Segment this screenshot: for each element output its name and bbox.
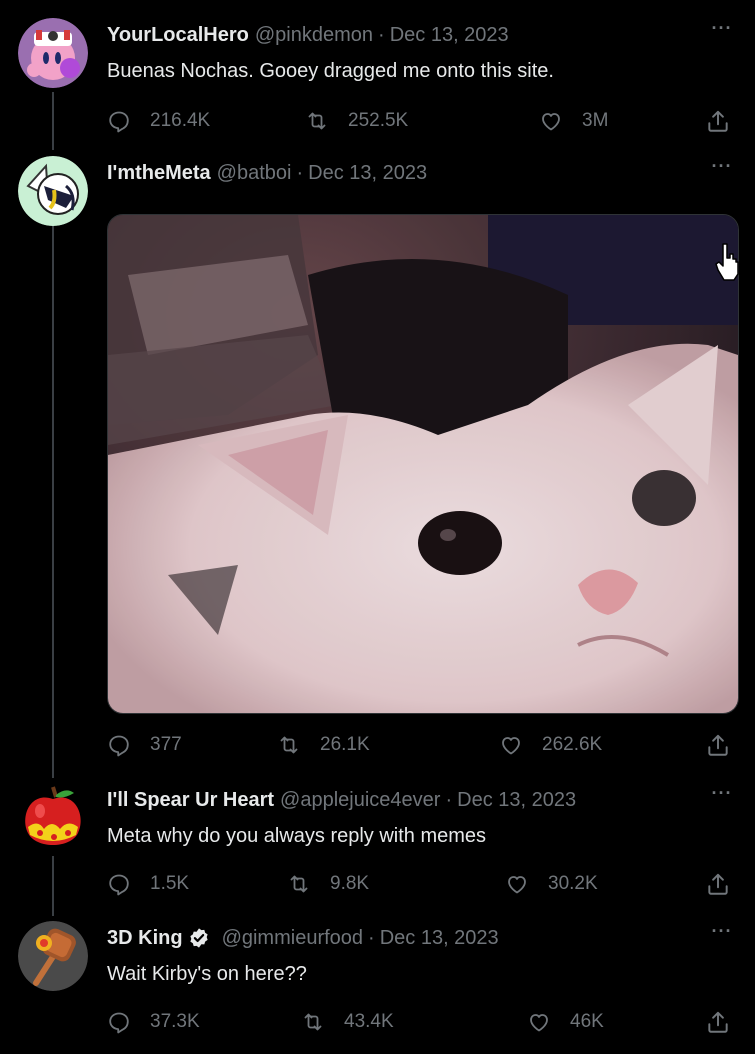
retweet-count: 26.1K	[320, 734, 370, 755]
retweet-button[interactable]: 252.5K	[305, 106, 408, 136]
user-handle[interactable]: @batboi	[217, 160, 292, 186]
retweet-count: 9.8K	[330, 873, 370, 894]
reply-icon	[109, 735, 129, 757]
like-button[interactable]: 3M	[539, 106, 608, 136]
reply-count: 377	[150, 734, 182, 755]
user-handle[interactable]: @applejuice4ever	[280, 787, 440, 813]
display-name[interactable]: I'mtheMeta	[107, 160, 211, 186]
like-button[interactable]: 30.2K	[505, 869, 598, 899]
like-count: 262.6K	[542, 734, 603, 755]
retweet-icon	[280, 736, 298, 754]
reply-count: 1.5K	[150, 873, 190, 894]
like-icon	[530, 1014, 548, 1032]
separator-dot: ·	[378, 24, 385, 46]
avatar[interactable]	[18, 783, 88, 853]
tweet-date[interactable]: Dec 13, 2023	[380, 925, 499, 951]
retweet-button[interactable]: 26.1K	[277, 730, 370, 760]
more-icon[interactable]: ···	[707, 19, 737, 44]
tweet-text: Wait Kirby's on here??	[107, 963, 307, 985]
thread-line	[52, 856, 54, 916]
display-name[interactable]: YourLocalHero	[107, 22, 249, 48]
thread-line	[52, 92, 54, 150]
tweet-media-image[interactable]	[107, 214, 739, 714]
retweet-icon	[290, 875, 308, 893]
avatar[interactable]	[18, 921, 88, 991]
tweet-date[interactable]: Dec 13, 2023	[457, 787, 576, 813]
reply-icon	[109, 111, 129, 133]
reply-icon	[109, 874, 129, 896]
share-icon[interactable]	[705, 108, 731, 134]
separator-dot: ·	[445, 789, 453, 811]
like-count: 46K	[570, 1011, 604, 1032]
reply-count: 37.3K	[150, 1011, 200, 1032]
reply-count: 216.4K	[150, 110, 211, 131]
avatar[interactable]	[18, 18, 88, 88]
retweet-button[interactable]: 9.8K	[287, 869, 369, 899]
reply-button[interactable]: 37.3K	[107, 1007, 200, 1037]
share-icon[interactable]	[705, 732, 731, 758]
like-button[interactable]: 262.6K	[499, 730, 602, 760]
retweet-icon	[308, 112, 326, 130]
tweet-text: Buenas Nochas. Gooey dragged me onto thi…	[107, 60, 554, 82]
like-count: 30.2K	[548, 873, 598, 894]
reply-button[interactable]: 377	[107, 730, 182, 760]
tweet-date[interactable]: Dec 13, 2023	[308, 160, 427, 186]
more-icon[interactable]: ···	[707, 157, 737, 182]
separator-dot: ·	[368, 927, 375, 949]
retweet-count: 252.5K	[348, 110, 409, 131]
retweet-button[interactable]: 43.4K	[301, 1007, 394, 1037]
verified-icon[interactable]	[188, 927, 210, 949]
display-name[interactable]: 3D King	[107, 925, 183, 951]
like-button[interactable]: 46K	[527, 1007, 604, 1037]
tweet-date[interactable]: Dec 13, 2023	[390, 22, 509, 48]
retweet-icon	[304, 1013, 322, 1031]
reply-icon	[109, 1012, 129, 1034]
retweet-count: 43.4K	[344, 1011, 394, 1032]
like-count: 3M	[582, 110, 609, 131]
thread-line	[52, 226, 54, 778]
more-icon[interactable]: ···	[707, 922, 737, 947]
pointer-cursor-icon	[715, 243, 739, 281]
reply-button[interactable]: 216.4K	[107, 106, 210, 136]
tweet-actions: 37.3K 43.4K 46K	[107, 1007, 731, 1037]
cat-photo	[108, 215, 738, 713]
like-icon	[508, 876, 526, 894]
tweet-text: Meta why do you always reply with memes	[107, 825, 487, 847]
share-icon[interactable]	[705, 1009, 731, 1035]
separator-dot: ·	[296, 162, 304, 184]
reply-button[interactable]: 1.5K	[107, 869, 189, 899]
display-name[interactable]: I'll Spear Ur Heart	[107, 787, 274, 813]
like-icon	[502, 737, 520, 755]
tweet-thread: YourLocalHero @pinkdemon · Dec 13, 2023 …	[0, 0, 755, 1054]
tweet-actions: 377 26.1K 262.6K	[107, 730, 731, 760]
user-handle[interactable]: @pinkdemon	[255, 22, 373, 48]
more-icon[interactable]: ···	[707, 784, 737, 809]
tweet-actions: 1.5K 9.8K 30.2K	[107, 869, 731, 899]
user-handle[interactable]: @gimmieurfood	[222, 925, 363, 951]
avatar[interactable]	[18, 156, 88, 226]
share-icon[interactable]	[705, 871, 731, 897]
tweet-actions: 216.4K 252.5K 3M	[107, 106, 731, 136]
like-icon	[542, 113, 560, 131]
